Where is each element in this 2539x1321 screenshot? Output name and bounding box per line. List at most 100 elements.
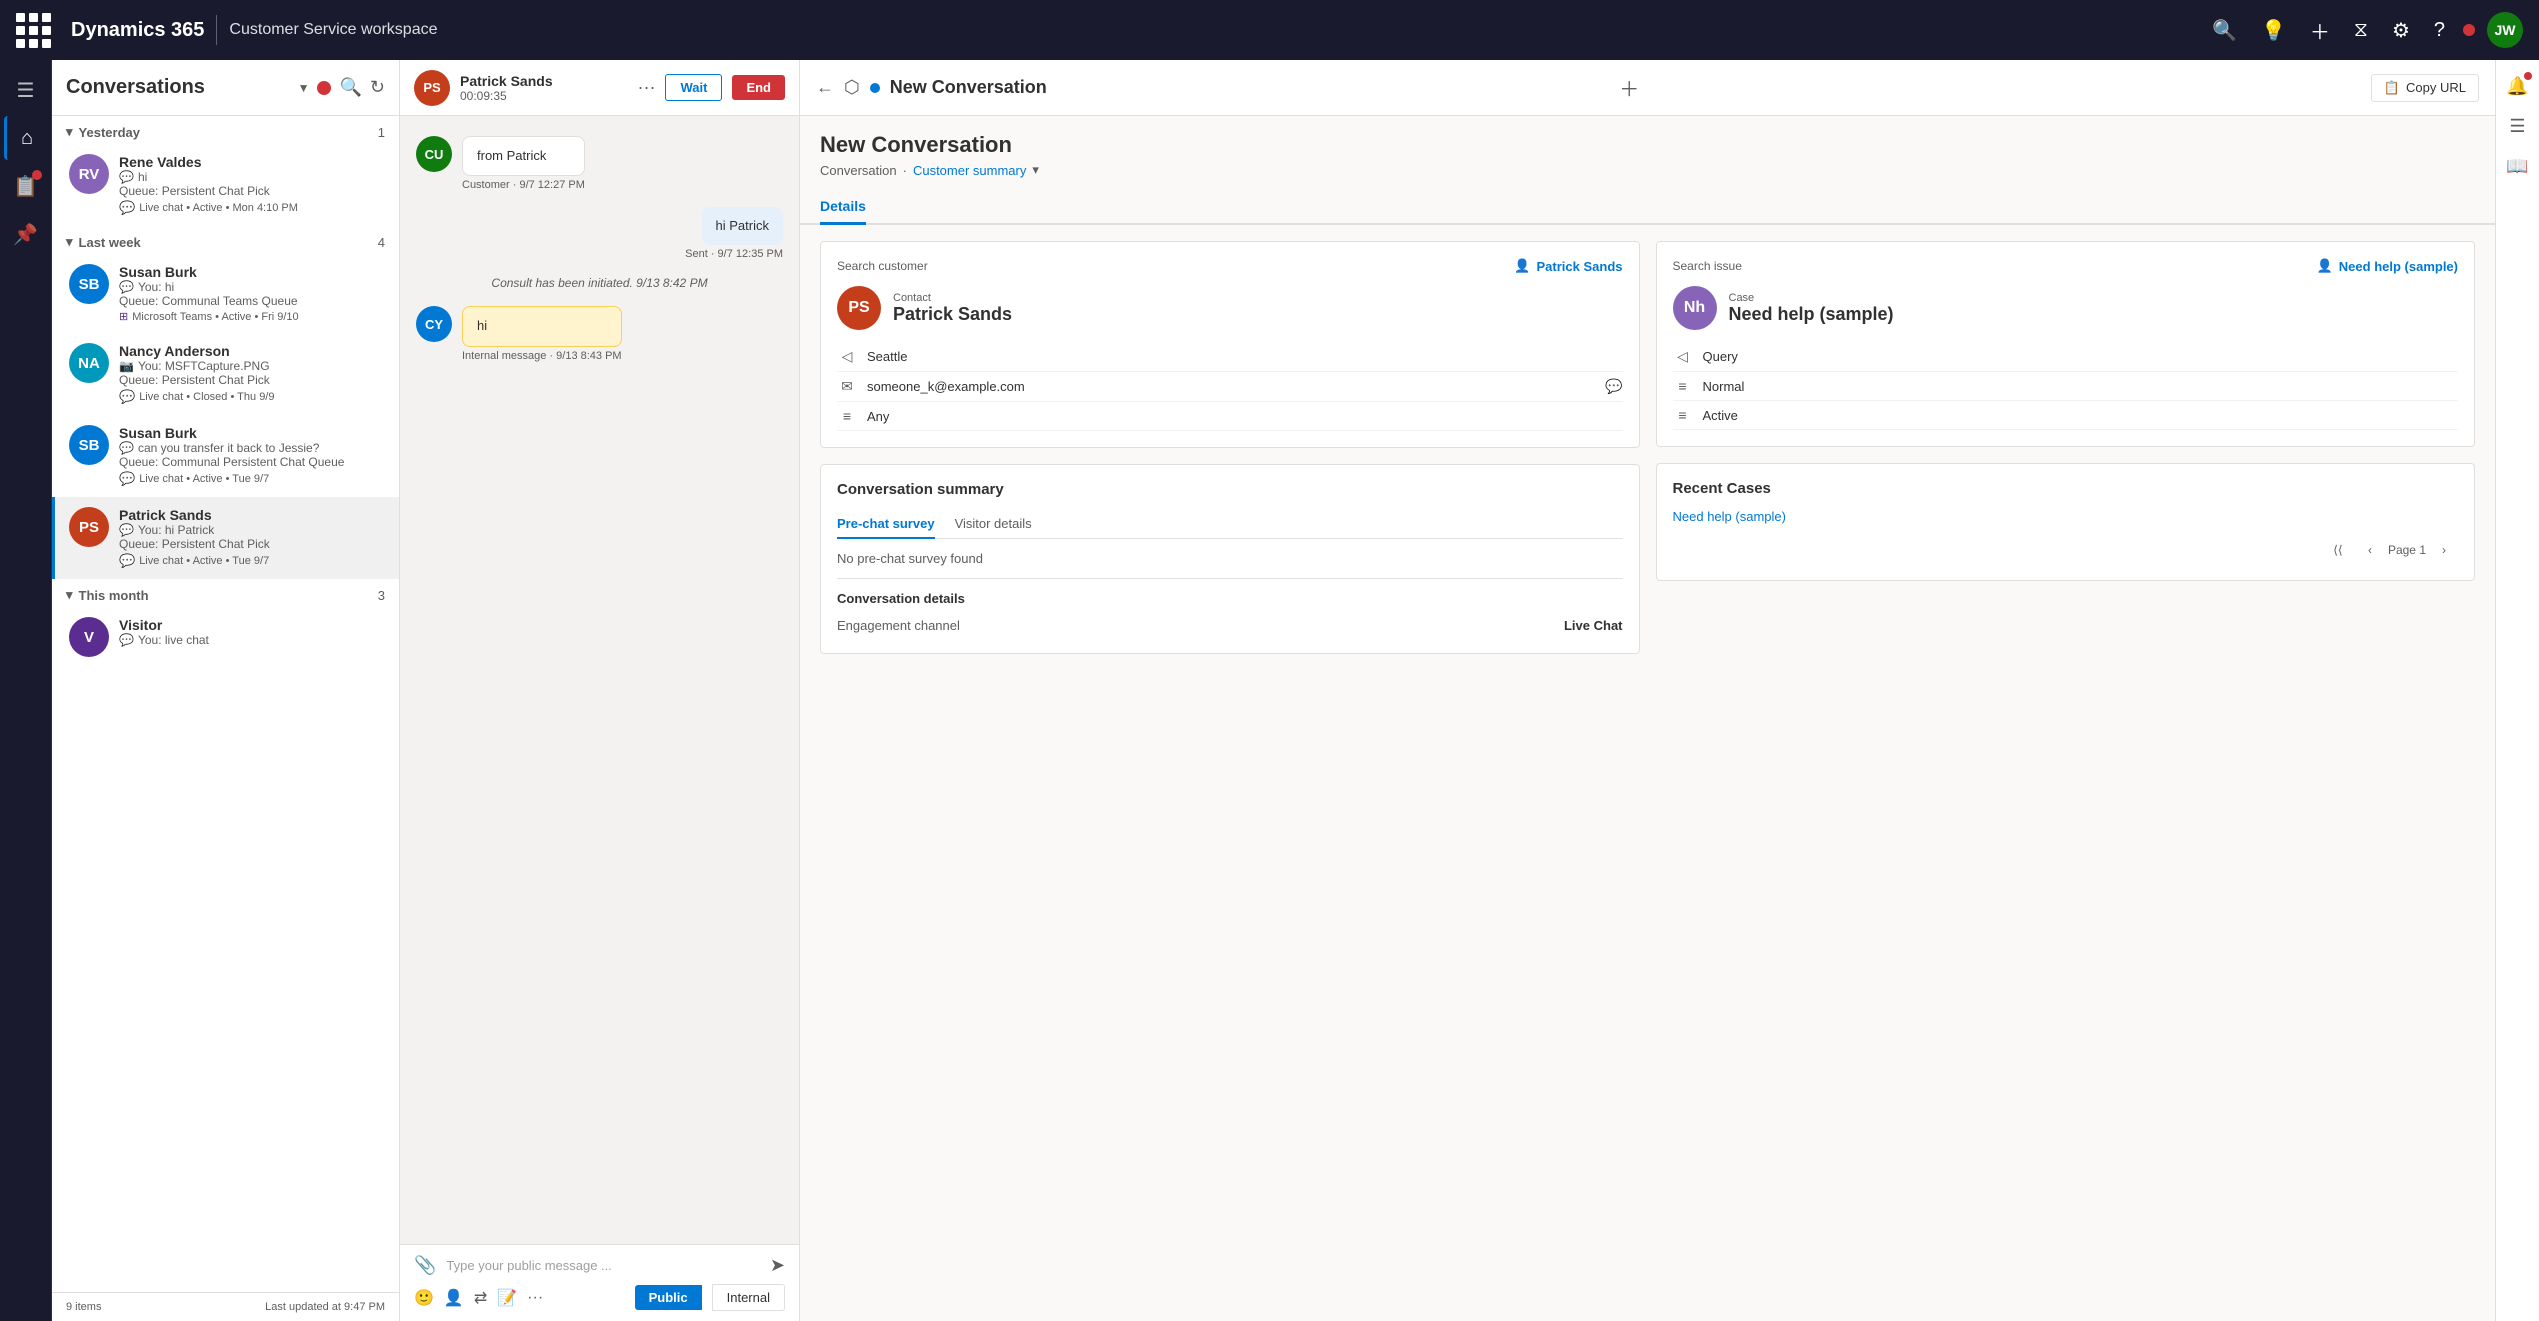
location-icon: ◁ (837, 348, 857, 365)
rail-recent-icon[interactable]: 📋 (4, 164, 48, 208)
conv-info-visitor: Visitor 💬 You: live chat (119, 617, 385, 647)
tab-prechat[interactable]: Pre-chat survey (837, 510, 935, 539)
conv-item-susan2[interactable]: SB Susan Burk 💬 can you transfer it back… (52, 415, 399, 497)
message-bubble-internal: hi (462, 306, 622, 346)
page-next-icon[interactable]: › (2430, 536, 2458, 564)
plus-icon[interactable]: ＋ (2304, 10, 2336, 51)
page-prev-icon[interactable]: ‹ (2356, 536, 2384, 564)
mention-icon[interactable]: 👤 (444, 1288, 464, 1308)
customer-field-any: ≡ Any (837, 402, 1623, 431)
case-icon: 👤 (2317, 258, 2333, 274)
user-avatar[interactable]: JW (2487, 12, 2523, 48)
conv-msg: 💬 hi (119, 170, 385, 184)
chat-input[interactable] (446, 1258, 759, 1273)
right-rail-icon-1[interactable]: 🔔 (2500, 68, 2536, 104)
engagement-label: Engagement channel (837, 618, 960, 633)
tab-visitor[interactable]: Visitor details (955, 510, 1032, 539)
breadcrumb-chevron: ▾ (1032, 162, 1039, 178)
conv-queue: Queue: Persistent Chat Pick (119, 373, 385, 387)
details-tabs: Details (800, 190, 2495, 225)
details-main-title: New Conversation (820, 132, 2475, 158)
message-meta: Customer · 9/7 12:27 PM (462, 179, 585, 191)
email-action-icon[interactable]: 💬 (1605, 378, 1622, 395)
customer-person-row: PS Contact Patrick Sands (837, 286, 1623, 330)
conversations-dropdown-icon[interactable]: ▼ (298, 81, 310, 95)
header-status-dot (317, 81, 331, 95)
end-button[interactable]: End (732, 75, 785, 100)
rail-notification-dot (32, 170, 42, 180)
search-issue-value[interactable]: 👤 Need help (sample) (2317, 258, 2458, 274)
conv-details-section: Conversation details Engagement channel … (837, 578, 1623, 637)
message-row-outgoing: hi Patrick Sent · 9/7 12:35 PM (685, 207, 783, 260)
conv-msg: 💬 You: hi (119, 280, 385, 294)
field-active: Active (1703, 408, 2459, 423)
app-grid-icon[interactable] (16, 13, 51, 48)
case-link[interactable]: Need help (sample) (1673, 509, 2459, 524)
breadcrumb-base: Conversation (820, 163, 897, 178)
conv-name: Susan Burk (119, 425, 385, 441)
tab-details[interactable]: Details (820, 190, 866, 225)
note-icon[interactable]: 📝 (497, 1288, 517, 1308)
right-rail-icon-2[interactable]: ☰ (2500, 108, 2536, 144)
section-lastweek[interactable]: ▾ Last week 4 (52, 226, 399, 254)
wait-button[interactable]: Wait (665, 74, 722, 101)
help-icon[interactable]: ? (2428, 13, 2451, 48)
side-rail: ☰ ⌂ 📋 📌 (0, 60, 52, 1321)
case-info: Case Need help (sample) (1729, 292, 1894, 325)
case-avatar: Nh (1673, 286, 1717, 330)
nav-divider (216, 15, 217, 45)
copy-url-label: Copy URL (2406, 80, 2466, 95)
filter-icon[interactable]: ⧖ (2348, 13, 2374, 48)
details-content: Search customer 👤 Patrick Sands PS Conta… (800, 225, 2495, 1321)
search-conversations-icon[interactable]: 🔍 (339, 77, 361, 98)
conv-item-susan1[interactable]: SB Susan Burk 💬 You: hi Queue: Communal … (52, 254, 399, 333)
details-top-bar: ← ⬡ New Conversation ＋ 📋 Copy URL (800, 60, 2495, 116)
chat-more-icon[interactable]: ··· (637, 77, 655, 98)
add-tab-icon[interactable]: ＋ (1619, 73, 1639, 102)
conv-item-nancy[interactable]: NA Nancy Anderson 📷 You: MSFTCapture.PNG… (52, 333, 399, 415)
refresh-icon[interactable]: ↻ (370, 77, 385, 98)
conv-item-rene[interactable]: RV Rene Valdes 💬 hi Queue: Persistent Ch… (52, 144, 399, 226)
case-field-active: ≡ Active (1673, 401, 2459, 430)
customer-full-name: Patrick Sands (893, 304, 1012, 325)
field-query: Query (1703, 349, 2459, 364)
conv-item-patrick[interactable]: PS Patrick Sands 💬 You: hi Patrick Queue… (52, 497, 399, 579)
section-yesterday[interactable]: ▾ Yesterday 1 (52, 116, 399, 144)
copy-url-button[interactable]: 📋 Copy URL (2371, 74, 2479, 102)
emoji-icon[interactable]: 🙂 (414, 1288, 434, 1308)
attachment-icon[interactable]: 📎 (414, 1255, 436, 1276)
avatar-sb: SB (69, 264, 109, 304)
conversation-summary-card: Conversation summary Pre-chat survey Vis… (820, 464, 1640, 654)
details-left-col: Search customer 👤 Patrick Sands PS Conta… (820, 241, 1640, 1305)
rail-collapse-icon[interactable]: ☰ (4, 68, 48, 112)
public-button[interactable]: Public (635, 1285, 702, 1310)
top-navigation: Dynamics 365 Customer Service workspace … (0, 0, 2539, 60)
page-first-icon[interactable]: ⟨⟨ (2324, 536, 2352, 564)
search-icon[interactable]: 🔍 (2206, 12, 2243, 49)
right-rail-icon-3[interactable]: 📖 (2500, 148, 2536, 184)
conv-msg: 💬 You: live chat (119, 633, 385, 647)
back-icon[interactable]: ← (816, 77, 834, 98)
chat-agent-avatar: PS (414, 70, 450, 106)
more-toolbar-icon[interactable]: ··· (527, 1289, 543, 1307)
conv-item-visitor[interactable]: V Visitor 💬 You: live chat (52, 607, 399, 667)
settings-icon[interactable]: ⚙ (2386, 12, 2416, 49)
breadcrumb-link[interactable]: Customer summary (913, 163, 1026, 178)
recent-cases-title: Recent Cases (1673, 480, 2459, 497)
popout-icon[interactable]: ⬡ (844, 77, 860, 98)
message-bubble-outgoing: hi Patrick (702, 207, 783, 245)
conv-summary-tabs: Pre-chat survey Visitor details (837, 510, 1623, 539)
search-customer-label: Search customer (837, 259, 928, 273)
conv-name: Rene Valdes (119, 154, 385, 170)
lightbulb-icon[interactable]: 💡 (2255, 12, 2292, 49)
section-thismonth[interactable]: ▾ This month 3 (52, 579, 399, 607)
transfer-icon[interactable]: ⇄ (474, 1288, 487, 1308)
case-name: Need help (sample) (1729, 304, 1894, 325)
internal-button[interactable]: Internal (712, 1284, 785, 1311)
rail-pinned-icon[interactable]: 📌 (4, 212, 48, 256)
search-customer-value[interactable]: 👤 Patrick Sands (1514, 258, 1622, 274)
send-icon[interactable]: ➤ (770, 1255, 785, 1276)
rail-home-icon[interactable]: ⌂ (4, 116, 48, 160)
conv-info-susan1: Susan Burk 💬 You: hi Queue: Communal Tea… (119, 264, 385, 323)
chat-agent-name: Patrick Sands (460, 73, 627, 89)
